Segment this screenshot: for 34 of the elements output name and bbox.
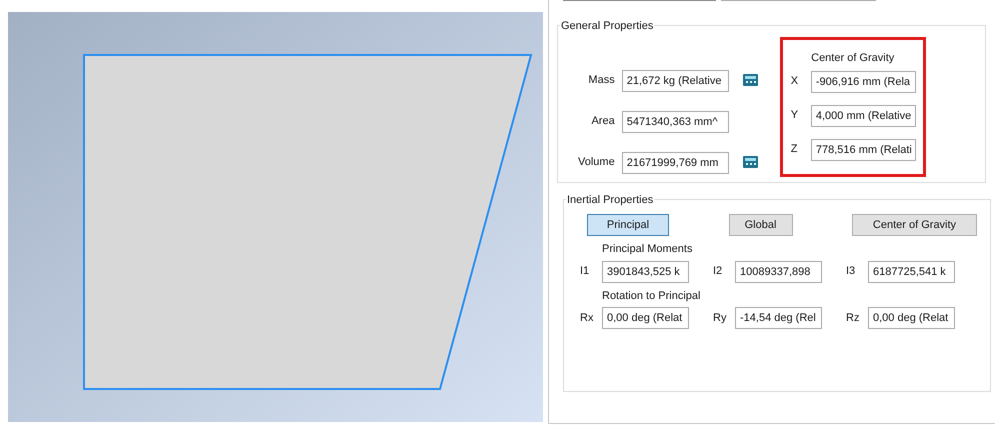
calculator-icon[interactable]	[743, 156, 758, 168]
section-title: Principal Moments	[602, 243, 692, 255]
field-label: Rz	[846, 310, 860, 326]
toggle-button[interactable]: Global	[728, 214, 792, 236]
input-field[interactable]: 0,00 deg (Relat	[602, 307, 689, 329]
axis-label: X	[790, 74, 800, 90]
toggle-button[interactable]: Center of Gravity	[852, 214, 977, 236]
axis-label: Y	[790, 108, 800, 124]
section-title: Rotation to Principal	[602, 290, 700, 302]
field-label: Area	[590, 114, 615, 130]
input-field[interactable]: -14,54 deg (Rel	[735, 307, 822, 329]
input-field[interactable]: -906,916 mm (Rela	[810, 70, 916, 92]
input-field[interactable]: 0,00 deg (Relat	[868, 307, 955, 329]
field-label: Ry	[713, 310, 728, 326]
calculator-icon[interactable]	[743, 74, 758, 86]
input-field[interactable]: 5471340,363 mm^	[622, 110, 729, 132]
input-field[interactable]: 4,000 mm (Relative	[810, 104, 916, 126]
section-title: Center of Gravity	[811, 52, 894, 64]
field-label: I1	[580, 264, 590, 280]
field-label: Rx	[580, 310, 594, 326]
toggle-button[interactable]: Principal	[587, 214, 669, 236]
field-label: Mass	[587, 73, 615, 88]
input-field[interactable]: 21,672 kg (Relative	[622, 70, 729, 92]
input-field[interactable]: 3901843,525 k	[602, 260, 689, 282]
field-label: I2	[713, 264, 724, 280]
field-label: I3	[846, 264, 856, 280]
input-field[interactable]: 778,516 mm (Relati	[810, 138, 916, 160]
input-field[interactable]: 6187725,541 k	[868, 260, 955, 282]
input-field[interactable]: 21671999,769 mm	[622, 152, 729, 174]
group-title: Inertial Properties	[566, 192, 654, 208]
axis-label: Z	[790, 142, 798, 158]
input-field[interactable]: 10089337,898	[735, 260, 822, 282]
field-label: Volume	[578, 155, 615, 170]
group-title: General Properties	[560, 18, 654, 34]
